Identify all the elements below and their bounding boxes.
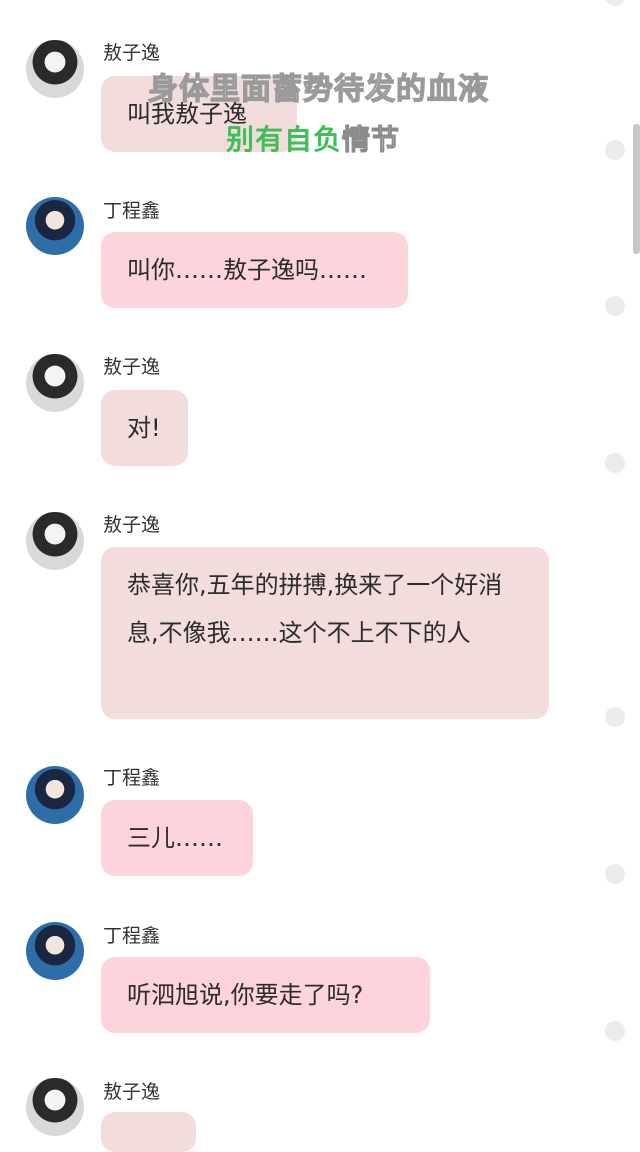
scrollbar[interactable] (633, 124, 640, 254)
dot-icon (605, 296, 625, 316)
dot-icon (605, 707, 625, 727)
avatar[interactable] (26, 197, 84, 255)
sender-name: 敖子逸 (103, 1081, 161, 1103)
dot-icon (605, 453, 625, 473)
caption-line-2: 别有自负情节 (226, 118, 400, 158)
dot-icon (605, 0, 625, 6)
sender-name: 敖子逸 (103, 42, 161, 64)
avatar[interactable] (26, 922, 84, 980)
dot-icon (605, 1021, 625, 1041)
caption-line-1: 身体里面蓄势待发的血液 (147, 71, 489, 107)
caption-green-text: 别有自负 (226, 123, 343, 156)
avatar[interactable] (26, 766, 84, 824)
sender-name: 丁程鑫 (103, 925, 161, 947)
message-bubble[interactable]: 叫你……敖子逸吗…… (101, 232, 408, 308)
message-bubble[interactable]: 恭喜你,五年的拼搏,换来了一个好消息,不像我……这个不上不下的人 (101, 547, 549, 719)
sender-name: 敖子逸 (103, 514, 161, 536)
avatar[interactable] (26, 1078, 84, 1136)
avatar[interactable] (26, 512, 84, 570)
message-bubble[interactable]: 三儿…… (101, 800, 253, 876)
caption-white-text: 情节 (342, 123, 401, 157)
sender-name: 丁程鑫 (103, 767, 161, 789)
dot-icon (605, 864, 625, 884)
sender-name: 敖子逸 (103, 356, 161, 378)
message-bubble[interactable]: 听泗旭说,你要走了吗? (101, 957, 430, 1033)
message-bubble[interactable] (101, 1112, 196, 1152)
avatar[interactable] (26, 354, 84, 412)
avatar[interactable] (26, 40, 84, 98)
sender-name: 丁程鑫 (103, 200, 161, 222)
message-bubble[interactable]: 对! (101, 390, 188, 466)
dot-icon (605, 140, 625, 160)
